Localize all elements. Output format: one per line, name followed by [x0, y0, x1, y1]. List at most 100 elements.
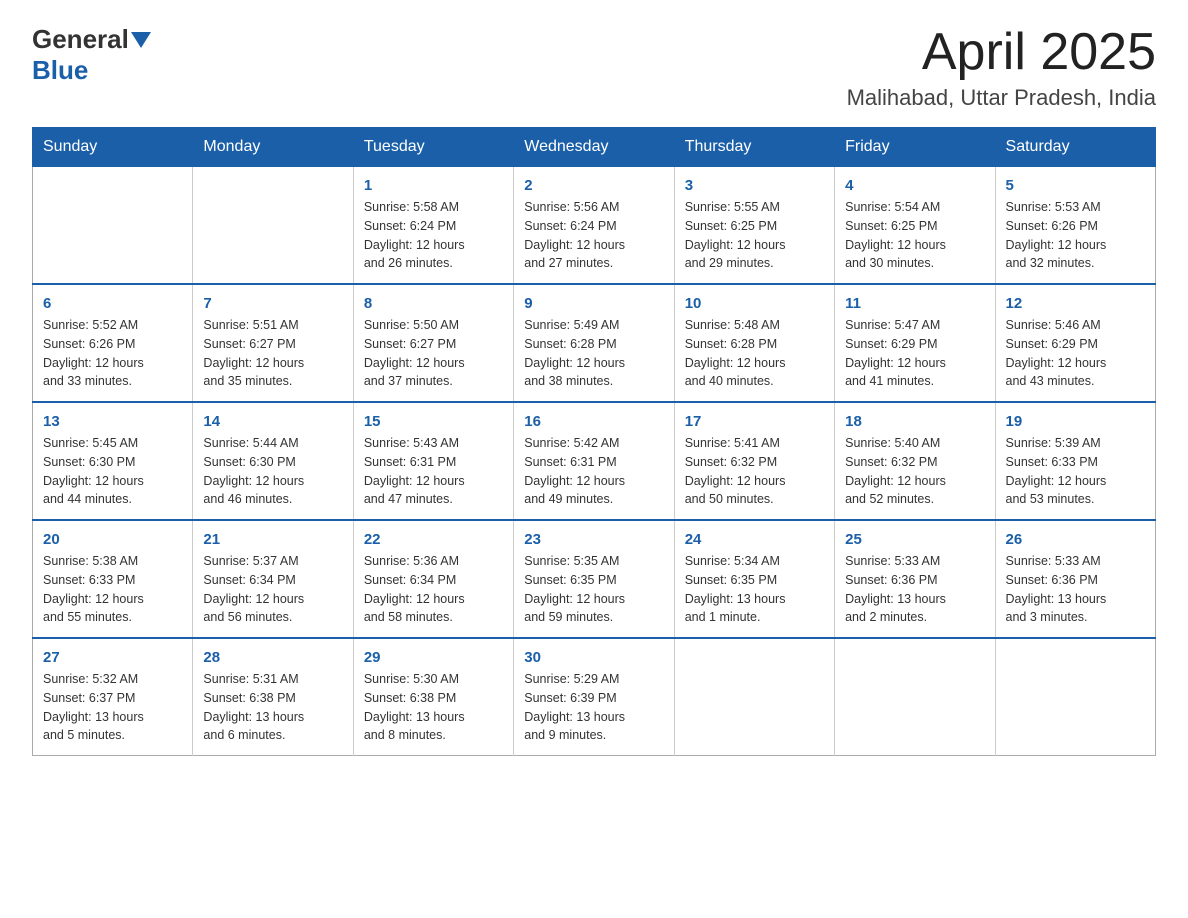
day-number: 21	[203, 531, 342, 548]
day-info: Sunrise: 5:36 AM Sunset: 6:34 PM Dayligh…	[364, 552, 503, 627]
calendar-cell: 15Sunrise: 5:43 AM Sunset: 6:31 PM Dayli…	[353, 402, 513, 520]
day-info: Sunrise: 5:53 AM Sunset: 6:26 PM Dayligh…	[1006, 198, 1145, 273]
day-number: 19	[1006, 413, 1145, 430]
logo-arrow-icon	[131, 32, 151, 48]
calendar-cell: 27 Sunrise: 5:32 AM Sunset: 6:37 PM Dayli…	[33, 638, 193, 756]
calendar-cell: 13 Sunrise: 5:45 AM Sunset: 6:30 PM Dayli…	[33, 402, 193, 520]
day-info: Sunrise: 5:46 AM Sunset: 6:29 PM Dayligh…	[1006, 316, 1145, 391]
day-number: 30	[524, 649, 663, 666]
header: General Blue April 2025 Malihabad, Uttar…	[32, 24, 1156, 111]
calendar-cell	[193, 167, 353, 285]
day-number: 2	[524, 177, 663, 194]
day-number: 9	[524, 295, 663, 312]
calendar-cell: 5 Sunrise: 5:53 AM Sunset: 6:26 PM Daylig…	[995, 167, 1155, 285]
day-number: 20	[43, 531, 182, 548]
day-number: 29	[364, 649, 503, 666]
day-info: Sunrise: 5:35 AM Sunset: 6:35 PM Dayligh…	[524, 552, 663, 627]
day-number: 28	[203, 649, 342, 666]
header-wednesday: Wednesday	[514, 128, 674, 167]
calendar-cell: 12 Sunrise: 5:46 AM Sunset: 6:29 PM Dayli…	[995, 284, 1155, 402]
day-info: Sunrise: 5:44 AM Sunset: 6:30 PM Dayligh…	[203, 434, 342, 509]
calendar-cell: 1 Sunrise: 5:58 AM Sunset: 6:24 PM Daylig…	[353, 167, 513, 285]
day-info: Sunrise: 5:29 AM Sunset: 6:39 PM Dayligh…	[524, 670, 663, 745]
day-info: Sunrise: 5:56 AM Sunset: 6:24 PM Dayligh…	[524, 198, 663, 273]
calendar-cell: 11Sunrise: 5:47 AM Sunset: 6:29 PM Dayli…	[835, 284, 995, 402]
day-number: 22	[364, 531, 503, 548]
day-info: Sunrise: 5:47 AM Sunset: 6:29 PM Dayligh…	[845, 316, 984, 391]
calendar-cell: 20Sunrise: 5:38 AM Sunset: 6:33 PM Dayli…	[33, 520, 193, 638]
calendar-cell: 17Sunrise: 5:41 AM Sunset: 6:32 PM Dayli…	[674, 402, 834, 520]
day-info: Sunrise: 5:50 AM Sunset: 6:27 PM Dayligh…	[364, 316, 503, 391]
calendar-cell: 8Sunrise: 5:50 AM Sunset: 6:27 PM Daylig…	[353, 284, 513, 402]
day-info: Sunrise: 5:32 AM Sunset: 6:37 PM Dayligh…	[43, 670, 182, 745]
calendar-cell: 29 Sunrise: 5:30 AM Sunset: 6:38 PM Dayli…	[353, 638, 513, 756]
day-number: 17	[685, 413, 824, 430]
calendar-cell: 23 Sunrise: 5:35 AM Sunset: 6:35 PM Dayli…	[514, 520, 674, 638]
calendar-cell	[33, 167, 193, 285]
day-info: Sunrise: 5:37 AM Sunset: 6:34 PM Dayligh…	[203, 552, 342, 627]
day-info: Sunrise: 5:55 AM Sunset: 6:25 PM Dayligh…	[685, 198, 824, 273]
header-thursday: Thursday	[674, 128, 834, 167]
header-friday: Friday	[835, 128, 995, 167]
title-area: April 2025 Malihabad, Uttar Pradesh, Ind…	[847, 24, 1156, 111]
day-number: 18	[845, 413, 984, 430]
day-info: Sunrise: 5:33 AM Sunset: 6:36 PM Dayligh…	[845, 552, 984, 627]
week-row-4: 20Sunrise: 5:38 AM Sunset: 6:33 PM Dayli…	[33, 520, 1156, 638]
calendar-cell: 9 Sunrise: 5:49 AM Sunset: 6:28 PM Daylig…	[514, 284, 674, 402]
header-sunday: Sunday	[33, 128, 193, 167]
day-info: Sunrise: 5:42 AM Sunset: 6:31 PM Dayligh…	[524, 434, 663, 509]
calendar-cell	[835, 638, 995, 756]
day-info: Sunrise: 5:30 AM Sunset: 6:38 PM Dayligh…	[364, 670, 503, 745]
day-info: Sunrise: 5:34 AM Sunset: 6:35 PM Dayligh…	[685, 552, 824, 627]
calendar-cell: 22 Sunrise: 5:36 AM Sunset: 6:34 PM Dayli…	[353, 520, 513, 638]
logo: General Blue	[32, 24, 153, 86]
day-number: 24	[685, 531, 824, 548]
day-info: Sunrise: 5:51 AM Sunset: 6:27 PM Dayligh…	[203, 316, 342, 391]
calendar-cell: 25 Sunrise: 5:33 AM Sunset: 6:36 PM Dayli…	[835, 520, 995, 638]
calendar-cell: 3 Sunrise: 5:55 AM Sunset: 6:25 PM Daylig…	[674, 167, 834, 285]
calendar-cell: 30 Sunrise: 5:29 AM Sunset: 6:39 PM Dayli…	[514, 638, 674, 756]
day-number: 26	[1006, 531, 1145, 548]
week-row-3: 13 Sunrise: 5:45 AM Sunset: 6:30 PM Dayli…	[33, 402, 1156, 520]
calendar-cell: 14 Sunrise: 5:44 AM Sunset: 6:30 PM Dayli…	[193, 402, 353, 520]
calendar-cell: 18Sunrise: 5:40 AM Sunset: 6:32 PM Dayli…	[835, 402, 995, 520]
day-info: Sunrise: 5:45 AM Sunset: 6:30 PM Dayligh…	[43, 434, 182, 509]
calendar-table: SundayMondayTuesdayWednesdayThursdayFrid…	[32, 127, 1156, 756]
day-info: Sunrise: 5:58 AM Sunset: 6:24 PM Dayligh…	[364, 198, 503, 273]
calendar-cell: 7 Sunrise: 5:51 AM Sunset: 6:27 PM Daylig…	[193, 284, 353, 402]
day-number: 1	[364, 177, 503, 194]
calendar-cell: 28 Sunrise: 5:31 AM Sunset: 6:38 PM Dayli…	[193, 638, 353, 756]
day-info: Sunrise: 5:49 AM Sunset: 6:28 PM Dayligh…	[524, 316, 663, 391]
day-number: 16	[524, 413, 663, 430]
day-number: 14	[203, 413, 342, 430]
logo-blue-text: Blue	[32, 55, 88, 85]
logo-general-text: General	[32, 24, 129, 55]
day-info: Sunrise: 5:43 AM Sunset: 6:31 PM Dayligh…	[364, 434, 503, 509]
day-number: 13	[43, 413, 182, 430]
day-info: Sunrise: 5:33 AM Sunset: 6:36 PM Dayligh…	[1006, 552, 1145, 627]
day-number: 12	[1006, 295, 1145, 312]
calendar-cell: 4 Sunrise: 5:54 AM Sunset: 6:25 PM Daylig…	[835, 167, 995, 285]
header-saturday: Saturday	[995, 128, 1155, 167]
day-number: 25	[845, 531, 984, 548]
calendar-cell	[674, 638, 834, 756]
calendar-cell	[995, 638, 1155, 756]
page-subtitle: Malihabad, Uttar Pradesh, India	[847, 85, 1156, 111]
day-info: Sunrise: 5:31 AM Sunset: 6:38 PM Dayligh…	[203, 670, 342, 745]
week-row-5: 27 Sunrise: 5:32 AM Sunset: 6:37 PM Dayli…	[33, 638, 1156, 756]
page-title: April 2025	[847, 24, 1156, 81]
day-info: Sunrise: 5:39 AM Sunset: 6:33 PM Dayligh…	[1006, 434, 1145, 509]
day-number: 3	[685, 177, 824, 194]
calendar-cell: 2 Sunrise: 5:56 AM Sunset: 6:24 PM Daylig…	[514, 167, 674, 285]
day-number: 5	[1006, 177, 1145, 194]
day-number: 23	[524, 531, 663, 548]
day-number: 7	[203, 295, 342, 312]
day-number: 27	[43, 649, 182, 666]
calendar-cell: 21 Sunrise: 5:37 AM Sunset: 6:34 PM Dayli…	[193, 520, 353, 638]
day-info: Sunrise: 5:54 AM Sunset: 6:25 PM Dayligh…	[845, 198, 984, 273]
day-number: 10	[685, 295, 824, 312]
calendar-cell: 26 Sunrise: 5:33 AM Sunset: 6:36 PM Dayli…	[995, 520, 1155, 638]
calendar-cell: 6Sunrise: 5:52 AM Sunset: 6:26 PM Daylig…	[33, 284, 193, 402]
day-number: 4	[845, 177, 984, 194]
day-number: 6	[43, 295, 182, 312]
